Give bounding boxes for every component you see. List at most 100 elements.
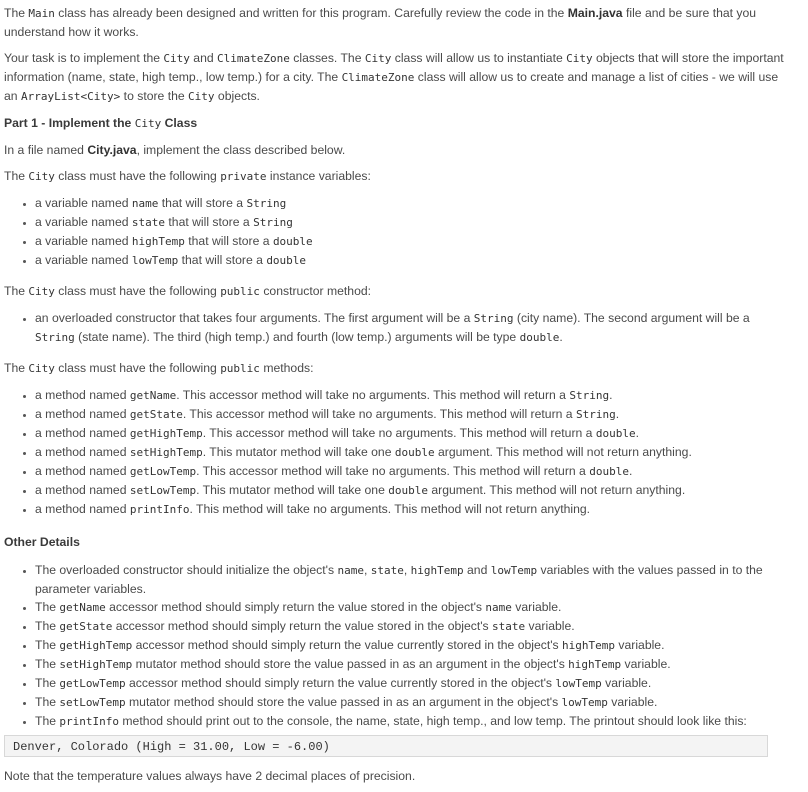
methods-list: a method named getName. This accessor me… [4,386,784,519]
instance-variables-list: a variable named name that will store a … [4,194,784,270]
text-run: variable. [607,695,658,709]
text-run: The [35,600,60,614]
text-run: The [4,361,29,375]
inline-code: state [131,216,166,229]
list-item: The getName accessor method should simpl… [35,598,784,617]
list-item: The getHighTemp accessor method should s… [35,636,784,655]
vars-intro: The City class must have the following p… [4,167,784,186]
inline-code: City [28,170,55,183]
text-run: a method named [35,426,130,440]
text-run: The overloaded constructor should initia… [35,563,338,577]
inline-code: double [388,484,428,497]
file-name-main-java: Main.java [567,6,623,20]
text-run: a variable named [35,196,132,210]
inline-code: String [253,216,293,229]
text-run: The [4,6,29,20]
file-name-city-java: City.java [87,143,137,157]
methods-intro: The City class must have the following p… [4,359,784,378]
sample-output-block: Denver, Colorado (High = 31.00, Low = -6… [4,735,768,757]
inline-code: getName [129,389,177,402]
text-run: a method named [35,464,130,478]
text-run: . [609,388,613,402]
inline-code: City [188,90,215,103]
text-run: . This accessor method will take no argu… [176,388,570,402]
text-run: The [4,284,29,298]
inline-code: double [589,465,629,478]
inline-code: highTemp [410,564,464,577]
other-details-heading: Other Details [4,535,80,549]
text-run: class has already been designed and writ… [54,6,568,20]
list-item: The printInfo method should print out to… [35,712,784,731]
text-run: . This method will take no arguments. Th… [189,502,591,516]
assignment-document: The Main class has already been designed… [0,0,788,785]
text-run: constructor method: [259,284,372,298]
text-run: The [35,676,60,690]
inline-code: double [272,235,313,248]
constructor-list: an overloaded constructor that takes fou… [4,309,784,347]
text-run: . This accessor method will take no argu… [182,407,576,421]
inline-code: state [492,620,526,633]
text-run: Your task is to implement the [4,51,164,65]
list-item: a method named setLowTemp. This mutator … [35,481,784,500]
text-run: accessor method should simply return the… [112,619,493,633]
text-run: methods: [259,361,314,375]
inline-code: public [220,362,260,375]
code-main: Main [28,7,55,20]
inline-code: setLowTemp [59,696,126,709]
text-run: mutator method should store the value pa… [125,695,562,709]
inline-code: String [569,389,610,402]
inline-code: getLowTemp [59,677,126,690]
inline-code: lowTemp [561,696,608,709]
inline-code: highTemp [131,235,185,248]
inline-code: City [566,52,593,65]
inline-code: state [370,564,404,577]
text-run: . [635,426,639,440]
list-item: The getState accessor method should simp… [35,617,784,636]
list-item: a method named getLowTemp. This accessor… [35,462,784,481]
inline-code: getLowTemp [129,465,197,478]
text-run: that will store a [165,215,254,229]
text-run: (state name). The third (high temp.) and… [74,330,520,344]
text-run: a method named [35,502,130,516]
text-run: variable. [525,619,575,633]
text-run: variable. [615,638,665,652]
inline-code: public [220,285,260,298]
text-run: accessor method should simply return the… [105,600,486,614]
text-run: to store the [120,89,189,103]
other-details-list: The overloaded constructor should initia… [4,561,784,731]
part1-heading: Part 1 - Implement the City Class [4,114,784,133]
text-run: a method named [35,445,130,459]
text-run: Part 1 - Implement the [4,116,135,130]
text-run: a variable named [35,234,132,248]
text-run: The [4,169,29,183]
inline-code: name [131,197,159,210]
list-item: The overloaded constructor should initia… [35,561,784,598]
inline-code: printInfo [129,503,190,516]
list-item: a method named getName. This accessor me… [35,386,784,405]
inline-code: City [163,52,190,65]
text-run: and [463,563,491,577]
text-run: instance variables: [266,169,371,183]
inline-code: double [394,446,435,459]
text-run: class must have the following [54,284,221,298]
inline-code: double [519,331,560,344]
text-run: variable. [511,600,562,614]
text-run: variable. [621,657,671,671]
text-run: a method named [35,407,130,421]
list-item: a method named setHighTemp. This mutator… [35,443,784,462]
text-run: City [134,117,162,130]
text-run: (city name). The second argument will be… [513,311,750,325]
inline-code: ArrayList<City> [20,90,121,103]
text-run: . This mutator method will take one [196,483,389,497]
text-run: , [403,563,411,577]
text-run: mutator method should store the value pa… [132,657,569,671]
text-run: a variable named [35,215,132,229]
intro-paragraph-main: The Main class has already been designed… [4,4,784,41]
text-run: class will allow us to instantiate [391,51,567,65]
text-run: In a file named [4,143,88,157]
text-run: that will store a [184,234,273,248]
list-item: a method named getHighTemp. This accesso… [35,424,784,443]
text-run: , implement the class described below. [136,143,346,157]
inline-code: lowTemp [555,677,602,690]
part1-file-line: In a file named City.java, implement the… [4,141,784,159]
